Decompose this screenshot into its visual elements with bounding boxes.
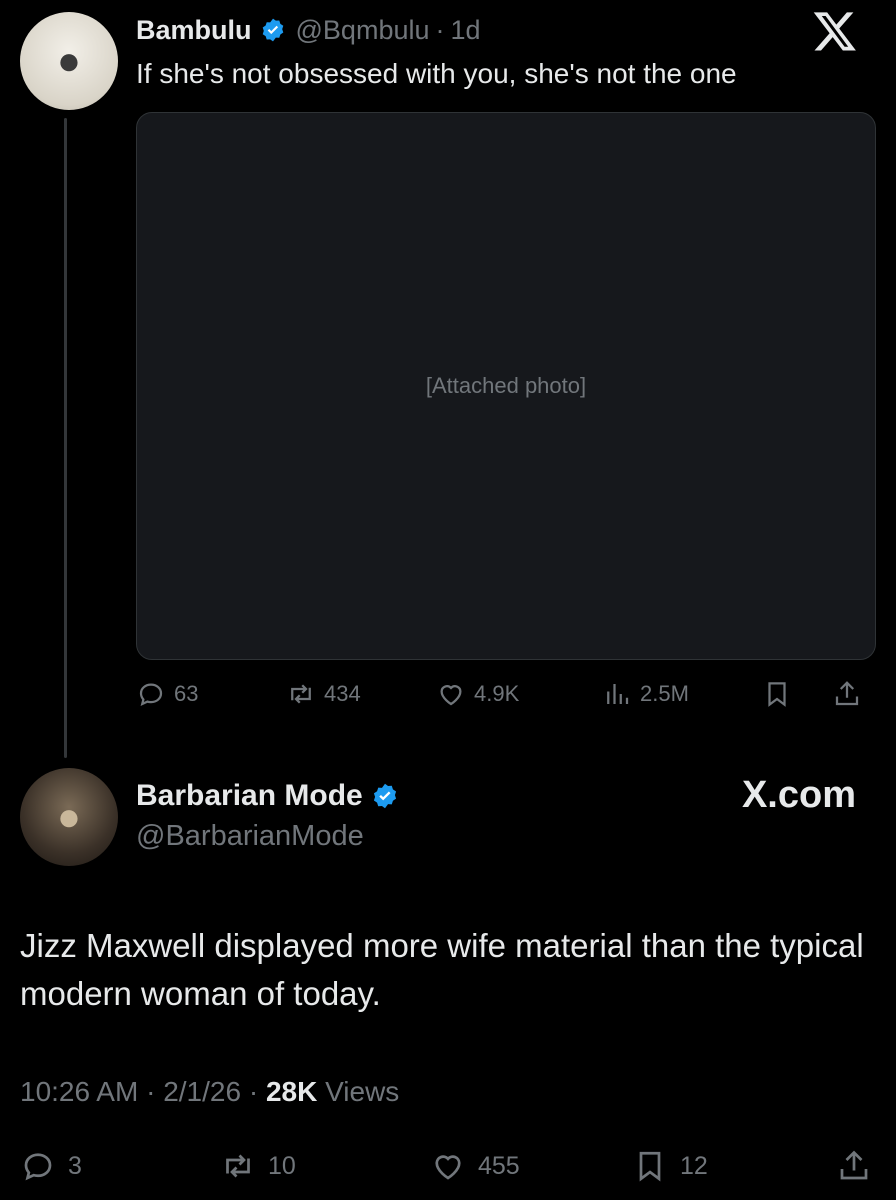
avatar-barbarian-mode[interactable]: ●: [20, 768, 118, 866]
avatar-bambulu[interactable]: ●: [20, 12, 118, 110]
repost-count: 434: [324, 681, 361, 706]
tweet2-date[interactable]: 2/1/26: [163, 1076, 241, 1107]
tweet1-age[interactable]: 1d: [451, 15, 481, 46]
repost-icon: [226, 1154, 250, 1178]
tweet2-text: Jizz Maxwell displayed more wife materia…: [20, 927, 864, 1012]
tweet2-handle[interactable]: @BarbarianMode: [136, 820, 364, 853]
tweet1-action-bar: 63 434 4.9K 2.5M: [136, 672, 876, 716]
bookmark-button[interactable]: [762, 672, 800, 716]
tweet2-meta: 10:26 AM · 2/1/26 · 28K Views: [20, 1076, 399, 1108]
tweet2-time[interactable]: 10:26 AM: [20, 1076, 138, 1107]
reply-icon: [24, 1153, 52, 1181]
tweet1-display-name[interactable]: Bambulu: [136, 15, 252, 46]
repost-button[interactable]: 434: [286, 672, 361, 716]
tweet2-display-name[interactable]: Barbarian Mode: [136, 779, 363, 813]
tweet1-media[interactable]: [Attached photo]: [136, 112, 876, 660]
tweet1-header: Bambulu @Bqmbulu · 1d: [136, 10, 481, 50]
separator-dot: ·: [248, 1076, 266, 1107]
x-logo-icon: [813, 12, 856, 51]
bookmark-icon: [768, 682, 786, 707]
share-button[interactable]: [836, 1142, 884, 1190]
reply-count: 3: [68, 1151, 82, 1180]
tweet2-views-label: Views: [325, 1076, 400, 1107]
share-icon: [840, 1150, 868, 1180]
reply-button[interactable]: 63: [136, 672, 198, 716]
tweet2-views-count: 28K: [265, 1076, 318, 1107]
reply-icon: [139, 683, 163, 707]
separator-dot: ·: [146, 1076, 164, 1107]
repost-button[interactable]: 10: [220, 1142, 296, 1190]
tweet1-text: If she's not obsessed with you, she's no…: [136, 58, 737, 89]
media-placeholder-label: [Attached photo]: [425, 373, 587, 398]
tweet2-action-bar: 3 10 455 12: [20, 1142, 876, 1190]
tweet1-handle[interactable]: @Bqmbulu: [296, 15, 430, 46]
separator-dot: ·: [435, 14, 445, 45]
like-count: 455: [478, 1151, 520, 1180]
reply-count: 63: [174, 681, 199, 706]
like-button[interactable]: 4.9K: [436, 672, 519, 716]
views-count: 2.5M: [640, 681, 689, 706]
verified-badge-icon: [373, 783, 396, 809]
views-button[interactable]: 2.5M: [602, 672, 689, 716]
share-button[interactable]: [832, 672, 870, 716]
repost-count: 10: [268, 1151, 296, 1180]
avatar-person-icon: ●: [56, 38, 82, 83]
bookmark-button[interactable]: 12: [632, 1142, 708, 1190]
thread-connector-line: [64, 118, 67, 758]
bookmark-count: 12: [680, 1151, 708, 1180]
bookmark-icon: [639, 1151, 661, 1182]
x-com-watermark: X.com: [741, 774, 856, 816]
views-chart-icon: [607, 684, 629, 704]
tweet2-header: Barbarian Mode: [136, 776, 399, 816]
verified-badge-icon: [262, 18, 283, 42]
heart-icon: [435, 1155, 461, 1180]
reply-button[interactable]: 3: [20, 1142, 82, 1190]
like-count: 4.9K: [474, 681, 520, 706]
repost-icon: [291, 684, 311, 704]
like-button[interactable]: 455: [430, 1142, 520, 1190]
share-icon: [835, 681, 859, 706]
avatar-person-icon: ●: [56, 794, 82, 839]
heart-icon: [440, 685, 462, 706]
